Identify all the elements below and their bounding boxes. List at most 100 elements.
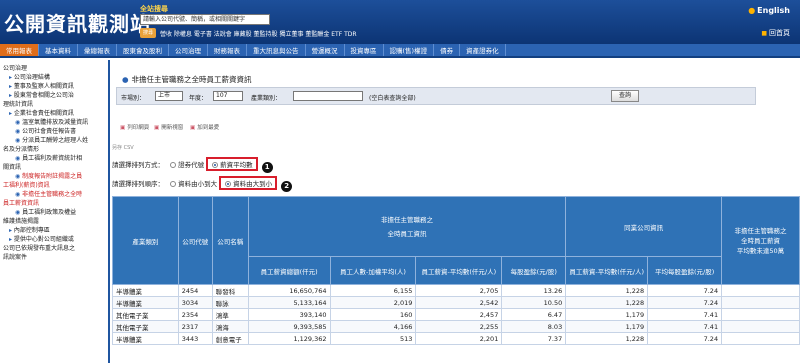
cell-name: 鴻準	[211, 308, 249, 321]
cell-avg: 2,255	[415, 320, 503, 333]
year-input[interactable]: 107	[213, 91, 243, 101]
sidebar-item[interactable]: 理統計資訊	[3, 100, 106, 109]
cell-total: 1,129,362	[247, 332, 331, 345]
save-csv-link[interactable]: 另存 CSV	[112, 144, 134, 151]
sidebar-item[interactable]: ▸ 董事及監察人相關資訊	[3, 82, 106, 91]
sub-col-header: 平均每股盈餘(元/股)	[647, 256, 723, 285]
print-page-button[interactable]: 列印網頁	[120, 123, 149, 131]
cell-total: 9,393,585	[247, 320, 331, 333]
cell-peer-avg: 1,179	[565, 308, 649, 321]
nav-item[interactable]: 常用報表	[0, 44, 39, 56]
cell-below-threshold	[721, 284, 800, 297]
sub-col-header: 員工薪資-平均數(仟元/人)	[415, 256, 503, 285]
sidebar-item[interactable]: ▸ 公司治理結構	[3, 73, 106, 82]
sidebar-item[interactable]: ▸ 內部控制專區	[3, 226, 106, 235]
site-logo[interactable]: 公開資訊觀測站	[4, 8, 151, 37]
sidebar-item[interactable]: ◉ 員工福利政策及權益	[3, 208, 106, 217]
step-marker-1: 1	[261, 162, 273, 173]
nav-item[interactable]: 彙總報表	[78, 44, 117, 56]
sidebar-item-label: 公司社會責任報告書	[22, 128, 77, 135]
cell-peer-eps: 7.41	[647, 320, 723, 333]
sidebar-item[interactable]: 訊說案件	[3, 253, 106, 262]
sort-order-row: 請選擇排列順序： 資料由小到大 資料由大到小 2	[112, 176, 293, 192]
market-select[interactable]: 上市	[155, 91, 183, 101]
sidebar-item[interactable]: 公司已依規發布重大訊息之	[3, 244, 106, 253]
sidebar-item[interactable]: ◉ 非擔任主管職務之全時	[3, 190, 106, 199]
sidebar-item-label: 員工薪資資訊	[3, 200, 40, 207]
cell-peer-eps: 7.24	[647, 332, 723, 345]
sidebar-item-label: 制度報告附註揭露之員	[22, 173, 83, 180]
nav-item[interactable]: 財務報表	[208, 44, 247, 56]
sidebar-item[interactable]: ◉ 制度報告附註揭露之員	[3, 172, 106, 181]
industry-select[interactable]	[293, 91, 363, 101]
sort-by-salary-radio[interactable]	[212, 162, 219, 168]
sidebar-item[interactable]: ◉ 公司社會責任報告書	[3, 127, 106, 136]
home-link[interactable]: 回首頁	[761, 28, 790, 38]
sort-by-code-radio[interactable]	[170, 162, 177, 168]
sidebar-item[interactable]: 名及分派情形	[3, 145, 106, 154]
sidebar-item-label: 分派員工酬勞之經理人姓	[22, 137, 89, 144]
sidebar-item[interactable]: 關資訊	[3, 163, 106, 172]
sort-by-code-label[interactable]: 證券代號	[178, 161, 204, 169]
sidebar-item[interactable]: ◉ 溫室氣體排放及減量資訊	[3, 118, 106, 127]
sub-col-header: 員工薪資總額(仟元)	[247, 256, 331, 285]
sidebar-item[interactable]: ◉ 分派員工酬勞之經理人姓	[3, 136, 106, 145]
cell-peer-avg: 1,228	[565, 284, 649, 297]
sidebar-item[interactable]: 工福利(薪資)資訊	[3, 181, 106, 190]
order-desc-label[interactable]: 資料由大到小	[233, 180, 272, 188]
nav-item[interactable]: 營運概況	[306, 44, 345, 56]
sort-by-salary-label[interactable]: 薪資平均數	[220, 161, 253, 169]
sidebar-item-label: 公司治理	[3, 65, 28, 72]
add-favorite-button[interactable]: 加到最愛	[190, 123, 219, 131]
year-label: 年度：	[189, 95, 208, 102]
sidebar-item[interactable]: ◉ 員工福利及薪資統計相	[3, 154, 106, 163]
step-marker-2: 2	[281, 181, 293, 192]
english-link[interactable]: English	[748, 6, 790, 15]
sidebar-item-label: 理統計資訊	[3, 101, 34, 108]
sidebar-item[interactable]: 維護措施揭露	[3, 217, 106, 226]
cell-code: 2317	[177, 320, 213, 333]
search-input[interactable]: 請輸入公司代號、簡稱，或相關關鍵字	[140, 14, 270, 25]
group-right-line2: 全時員工薪資	[741, 236, 781, 245]
order-asc-radio[interactable]	[170, 181, 177, 187]
sidebar-item[interactable]: ▸ 企業社會責任相關資訊	[3, 109, 106, 118]
nav-item[interactable]: 重大訊息與公告	[247, 44, 306, 56]
new-window-button[interactable]: 開新視窗	[154, 123, 183, 131]
order-desc-radio[interactable]	[225, 181, 232, 187]
sidebar-item[interactable]: 公司治理	[3, 64, 106, 73]
filter-bar: 市場別： 上市 年度： 107 產業類別： (空白表查詢全部) 查詢	[116, 87, 756, 105]
cell-eps: 7.37	[501, 332, 567, 345]
sort-method-label: 請選擇排列方式：	[112, 161, 164, 169]
cell-industry: 半導體業	[112, 332, 179, 345]
cell-peer-avg: 1,228	[565, 332, 649, 345]
cell-eps: 6.47	[501, 308, 567, 321]
cell-name: 聯發科	[211, 284, 249, 297]
nav-item[interactable]: 公司治理	[169, 44, 208, 56]
popular-keywords[interactable]: 營收 除權息 電子書 法說會 庫藏股 董監持股 獨立董事 董監酬金 ETF TD…	[160, 29, 357, 38]
sub-col-header: 每股盈餘(元/股)	[501, 256, 567, 285]
search-button[interactable]: 搜尋	[140, 28, 156, 38]
nav-item[interactable]: 投資專區	[345, 44, 384, 56]
industry-hint: (空白表查詢全部)	[369, 95, 416, 102]
sidebar-item-label: 內部控制專區	[13, 227, 50, 234]
cell-below-threshold	[721, 332, 800, 345]
nav-item[interactable]: 認購(售)權證	[384, 44, 435, 56]
sidebar-item-label: 溫室氣體排放及減量資訊	[22, 119, 89, 126]
cell-industry: 半導體業	[112, 296, 179, 309]
nav-item[interactable]: 債券	[434, 44, 461, 56]
sidebar-item[interactable]: 員工薪資資訊	[3, 199, 106, 208]
market-label: 市場別：	[121, 95, 146, 102]
sidebar-item-label: 董事及監察人相關資訊	[13, 83, 74, 90]
sidebar-item[interactable]: ▸ 股東常會相關之公司治	[3, 91, 106, 100]
query-button[interactable]: 查詢	[611, 90, 639, 102]
nav-item[interactable]: 資產證券化	[460, 44, 506, 56]
cell-count: 160	[329, 308, 417, 321]
search-title: 全站搜尋	[140, 5, 168, 13]
cell-peer-avg: 1,179	[565, 320, 649, 333]
nav-item[interactable]: 基本資料	[39, 44, 78, 56]
nav-item[interactable]: 股東會及股利	[117, 44, 169, 56]
table-row: 半導體業 2454 聯發科 16,650,764 6,155 2,705 13.26 1,22…	[112, 284, 800, 297]
cell-industry: 其他電子業	[112, 320, 179, 333]
sidebar-item[interactable]: ▸ 提供中心對公司組織或	[3, 235, 106, 244]
order-asc-label[interactable]: 資料由小到大	[178, 180, 217, 188]
